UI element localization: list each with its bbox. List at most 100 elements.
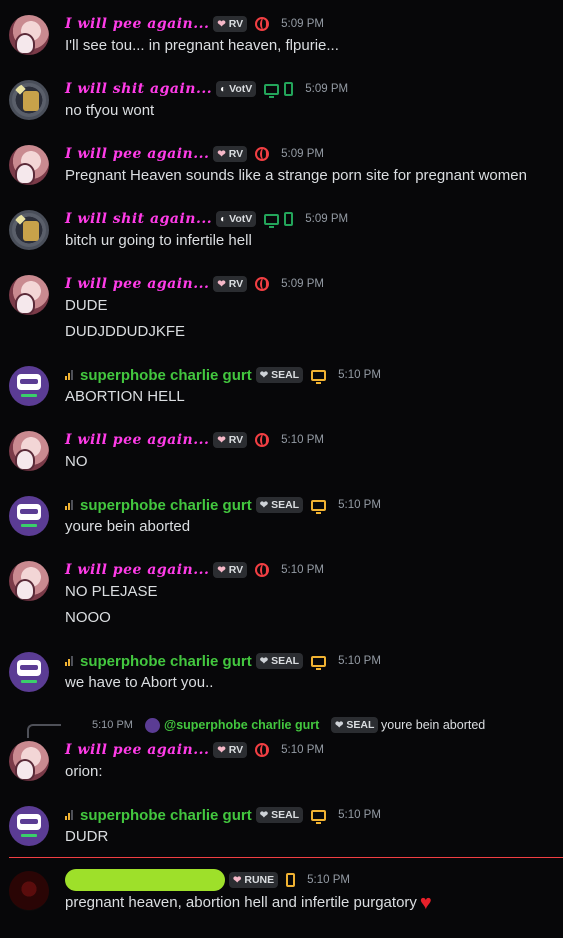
message-text: NO PLEJASE — [65, 583, 158, 600]
timestamp: 5:09 PM — [281, 278, 324, 290]
reply-timestamp: 5:10 PM — [92, 719, 133, 731]
heart-icon: ❤ — [217, 278, 226, 290]
desktop-status-icon — [311, 499, 327, 514]
heart-icon: ❤ — [217, 18, 226, 30]
signal-icon — [65, 370, 73, 380]
username[interactable]: I will pee again... — [65, 562, 209, 578]
message-header: superphobe charlie gurt ❤ SEAL 5:10 PM — [65, 496, 381, 514]
heart-icon: ❤ — [217, 744, 226, 756]
server-tag[interactable]: ◐ VotV — [216, 211, 257, 227]
avatar[interactable] — [9, 366, 49, 406]
username[interactable]: I will pee again... — [65, 432, 209, 448]
server-tag[interactable]: ❤ SEAL — [255, 653, 304, 669]
reply-preview[interactable]: 5:10 PM @superphobe charlie gurt ❤ SEAL y… — [27, 716, 557, 734]
web-status-icon — [255, 277, 270, 291]
avatar[interactable] — [9, 431, 49, 471]
web-status-icon — [255, 563, 270, 577]
message-header: ❤ RUNE 5:10 PM — [65, 869, 350, 891]
redacted-username — [65, 869, 225, 891]
web-status-icon — [255, 433, 270, 447]
avatar[interactable] — [9, 496, 49, 536]
server-tag[interactable]: ❤ RV — [213, 276, 248, 292]
message-text: NOOO — [65, 609, 111, 626]
server-tag[interactable]: ❤ SEAL — [255, 367, 304, 383]
message-header: superphobe charlie gurt ❤ SEAL 5:10 PM — [65, 806, 381, 824]
avatar[interactable] — [9, 871, 49, 911]
timestamp: 5:10 PM — [338, 499, 381, 511]
username[interactable]: I will pee again... — [65, 276, 209, 292]
message-text: pregnant heaven, abortion hell and infer… — [65, 892, 432, 914]
message-header: I will pee again... ❤ RV 5:10 PM — [65, 561, 324, 579]
username[interactable]: I will shit again... — [65, 211, 212, 227]
message-text: bitch ur going to infertile hell — [65, 232, 252, 249]
timestamp: 5:10 PM — [338, 809, 381, 821]
server-tag[interactable]: ❤ RUNE — [229, 872, 279, 888]
server-tag[interactable]: ❤ RV — [213, 742, 248, 758]
timestamp: 5:09 PM — [305, 83, 349, 95]
avatar[interactable] — [9, 15, 49, 55]
username[interactable]: superphobe charlie gurt — [80, 807, 252, 824]
timestamp: 5:10 PM — [338, 655, 381, 667]
chat-log: I will pee again... ❤ RV 5:09 PM I'll see… — [0, 0, 563, 938]
message-text: ABORTION HELL — [65, 388, 185, 405]
moon-icon: ◐ — [220, 213, 227, 225]
avatar[interactable] — [9, 80, 49, 120]
avatar[interactable] — [9, 561, 49, 601]
username[interactable]: I will pee again... — [65, 742, 209, 758]
avatar[interactable] — [9, 145, 49, 185]
seal-icon: ❤ — [259, 369, 269, 381]
timestamp: 5:09 PM — [305, 213, 349, 225]
timestamp: 5:10 PM — [307, 874, 350, 886]
message-text: orion: — [65, 763, 103, 780]
server-tag[interactable]: ❤ RV — [213, 146, 248, 162]
heart-icon: ❤ — [217, 434, 226, 446]
server-tag[interactable]: ❤ RV — [213, 432, 248, 448]
seal-icon: ❤ — [335, 719, 344, 731]
timestamp: 5:09 PM — [281, 18, 324, 30]
message-header: superphobe charlie gurt ❤ SEAL 5:10 PM — [65, 366, 381, 384]
username[interactable]: superphobe charlie gurt — [80, 497, 252, 514]
server-tag[interactable]: ❤ SEAL — [255, 807, 304, 823]
username[interactable]: superphobe charlie gurt — [80, 367, 252, 384]
message-header: I will pee again... ❤ RV 5:09 PM — [65, 145, 324, 163]
mobile-status-icon — [284, 82, 294, 96]
username[interactable]: I will pee again... — [65, 146, 209, 162]
desktop-status-icon — [264, 83, 280, 98]
web-status-icon — [255, 147, 270, 161]
message-text: youre bein aborted — [65, 518, 191, 535]
timestamp: 5:10 PM — [281, 744, 324, 756]
username[interactable]: I will pee again... — [65, 16, 209, 32]
server-tag[interactable]: ◐ VotV — [216, 81, 257, 97]
server-tag[interactable]: ❤ SEAL — [255, 497, 304, 513]
avatar[interactable] — [9, 806, 49, 846]
message-header: I will shit again... ◐ VotV 5:09 PM — [65, 80, 348, 98]
reply-username[interactable]: @superphobe charlie gurt — [164, 718, 319, 732]
message-text: no tfyou wont — [65, 102, 155, 119]
message-text: DUDE — [65, 297, 108, 314]
server-tag[interactable]: ❤ RV — [213, 562, 248, 578]
desktop-status-icon — [264, 213, 280, 228]
avatar[interactable] — [9, 741, 49, 781]
timestamp: 5:10 PM — [281, 434, 324, 446]
message-text: we have to Abort you.. — [65, 674, 214, 691]
reply-server-tag: ❤ SEAL — [331, 717, 379, 733]
heart-icon: ❤ — [233, 874, 242, 886]
web-status-icon — [255, 743, 270, 757]
username[interactable]: superphobe charlie gurt — [80, 653, 252, 670]
avatar[interactable] — [9, 210, 49, 250]
avatar[interactable] — [9, 275, 49, 315]
message-text: Pregnant Heaven sounds like a strange po… — [65, 167, 527, 184]
signal-icon — [65, 810, 73, 820]
new-messages-divider — [9, 857, 563, 858]
reply-text: youre bein aborted — [381, 718, 486, 732]
username[interactable]: I will shit again... — [65, 81, 212, 97]
signal-icon — [65, 500, 73, 510]
heart-icon: ❤ — [217, 564, 226, 576]
heart-icon: ❤ — [217, 148, 226, 160]
server-tag[interactable]: ❤ RV — [213, 16, 248, 32]
signal-icon — [65, 656, 73, 666]
moon-icon: ◐ — [220, 83, 227, 95]
seal-icon: ❤ — [259, 499, 269, 511]
avatar[interactable] — [9, 652, 49, 692]
message-text: DUDR — [65, 828, 109, 845]
